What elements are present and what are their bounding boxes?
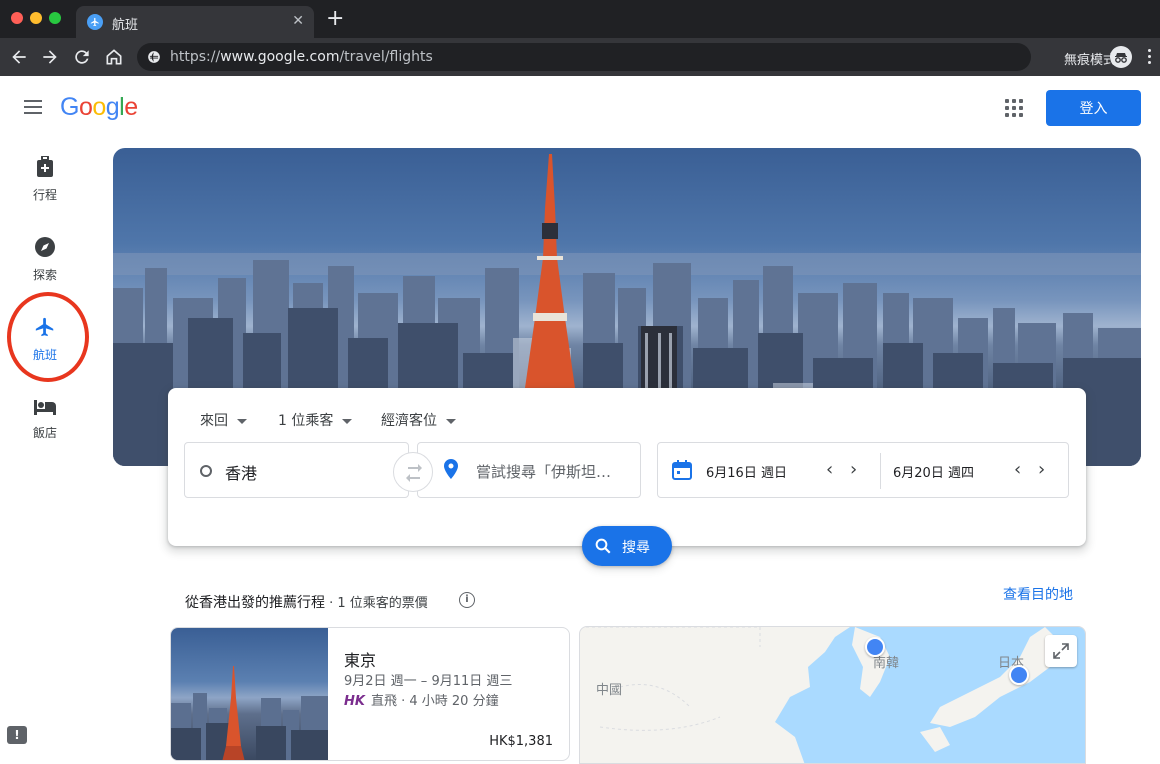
caret-down-icon	[237, 418, 247, 424]
rail-label: 飯店	[32, 426, 57, 440]
trip-image-tokyo	[171, 628, 328, 760]
address-bar[interactable]: https://www.google.com/travel/flights	[137, 43, 1031, 71]
browser-tab[interactable]: 航班 ✕	[76, 6, 314, 38]
rail-item-hotels[interactable]: 飯店	[14, 398, 76, 441]
return-prev-chevron-icon[interactable]: ‹	[1014, 461, 1021, 479]
new-tab-button[interactable]: +	[326, 8, 344, 30]
origin-field[interactable]: 香港	[184, 442, 409, 498]
info-icon[interactable]: i	[459, 592, 475, 608]
swap-locations-button[interactable]	[393, 452, 433, 492]
compass-icon	[35, 237, 55, 257]
browser-toolbar: https://www.google.com/travel/flights 無痕…	[0, 38, 1160, 76]
browser-menu-icon[interactable]	[1148, 49, 1152, 65]
dates-field[interactable]: 6月16日 週日 ‹ › 6月20日 週四 ‹ ›	[657, 442, 1069, 498]
caret-down-icon	[342, 418, 353, 424]
incognito-label: 無痕模式	[1063, 53, 1116, 68]
rail-item-trips[interactable]: 行程	[14, 156, 76, 203]
rail-item-explore[interactable]: 探索	[14, 236, 76, 283]
rail-label: 探索	[32, 268, 57, 282]
close-window-button[interactable]	[11, 12, 23, 24]
map-label-china: 中國	[596, 683, 623, 698]
browser-tab-bar: 航班 ✕ +	[0, 0, 1160, 38]
expand-map-button[interactable]	[1045, 635, 1077, 667]
search-button[interactable]: 搜尋	[582, 526, 672, 566]
sign-in-button[interactable]: 登入	[1046, 90, 1141, 126]
flights-favicon-icon	[87, 14, 103, 30]
expand-icon	[1053, 643, 1069, 659]
trip-city: 東京	[344, 651, 377, 670]
feedback-icon[interactable]: !	[7, 726, 27, 744]
airline-logo-icon: HK	[344, 694, 365, 709]
trip-flight-info: HK 直飛 · 4 小時 20 分鐘	[344, 694, 499, 709]
caret-down-icon	[446, 418, 456, 424]
depart-next-chevron-icon[interactable]: ›	[850, 461, 857, 479]
incognito-icon[interactable]	[1110, 46, 1132, 68]
reload-icon[interactable]	[72, 47, 92, 67]
passengers-select[interactable]: 1 位乘客	[278, 410, 353, 430]
calendar-icon	[672, 460, 692, 480]
search-icon	[595, 538, 611, 554]
map-marker-korea[interactable]	[865, 637, 885, 657]
map-illustration	[580, 627, 1085, 763]
destinations-map[interactable]: 中國 南韓 日本	[579, 626, 1086, 764]
search-button-label: 搜尋	[622, 540, 650, 556]
tab-close-icon[interactable]: ✕	[292, 13, 304, 29]
location-pin-icon	[444, 459, 458, 479]
annotation-circle	[7, 292, 89, 382]
maximize-window-button[interactable]	[49, 12, 61, 24]
trip-dates: 9月2日 週一 – 9月11日 週三	[344, 674, 513, 689]
flight-search-card: 來回 1 位乘客 經濟客位 香港 嘗試搜尋「伊斯坦… 6月16日 週日 ‹ › …	[168, 388, 1086, 546]
see-destinations-link[interactable]: 查看目的地	[1003, 584, 1073, 604]
tab-title: 航班	[112, 18, 139, 33]
depart-prev-chevron-icon[interactable]: ‹	[826, 461, 833, 479]
rail-label: 行程	[32, 188, 57, 202]
google-logo[interactable]: Google	[60, 93, 138, 122]
origin-circle-icon	[200, 465, 212, 477]
forward-arrow-icon[interactable]	[40, 47, 60, 67]
destination-field[interactable]: 嘗試搜尋「伊斯坦…	[417, 442, 641, 498]
home-icon[interactable]	[104, 47, 124, 67]
google-apps-icon[interactable]	[1005, 99, 1023, 117]
destination-placeholder: 嘗試搜尋「伊斯坦…	[476, 463, 612, 481]
trip-card[interactable]: 東京 9月2日 週一 – 9月11日 週三 HK 直飛 · 4 小時 20 分鐘 …	[170, 627, 570, 761]
url-text: https://www.google.com/travel/flights	[170, 49, 433, 65]
back-arrow-icon[interactable]	[9, 47, 29, 67]
trip-price: HK$1,381	[489, 734, 553, 749]
trip-type-select[interactable]: 來回	[200, 410, 247, 430]
bed-icon	[34, 400, 56, 415]
depart-date[interactable]: 6月16日 週日	[706, 462, 787, 481]
dates-divider	[880, 453, 881, 489]
cabin-class-select[interactable]: 經濟客位	[381, 410, 456, 430]
origin-value: 香港	[225, 464, 258, 483]
map-marker-japan[interactable]	[1009, 665, 1029, 685]
recommendations-title: 從香港出發的推薦行程 · 1 位乘客的票價	[185, 595, 428, 611]
luggage-icon	[37, 156, 53, 177]
globe-icon	[148, 51, 160, 63]
swap-arrows-icon	[406, 464, 422, 482]
return-date[interactable]: 6月20日 週四	[893, 462, 974, 481]
return-next-chevron-icon[interactable]: ›	[1038, 461, 1045, 479]
hamburger-menu-icon[interactable]	[24, 100, 42, 114]
minimize-window-button[interactable]	[30, 12, 42, 24]
